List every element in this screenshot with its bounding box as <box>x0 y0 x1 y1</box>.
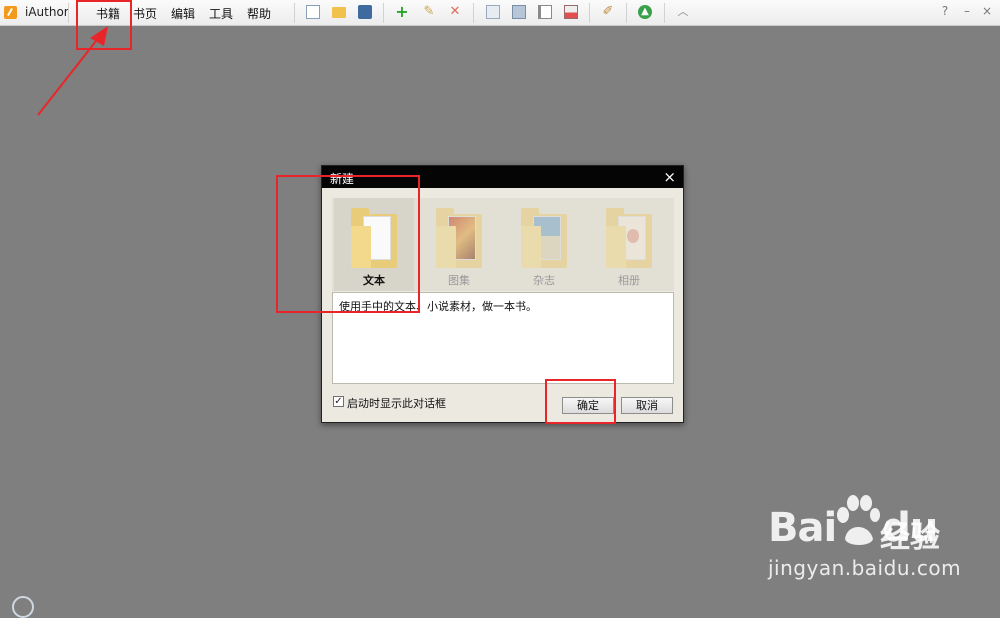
watermark-url: jingyan.baidu.com <box>768 556 962 580</box>
corner-circle-icon <box>12 596 34 618</box>
paw-icon <box>837 495 880 545</box>
watermark-product: 经验 <box>880 520 940 555</box>
